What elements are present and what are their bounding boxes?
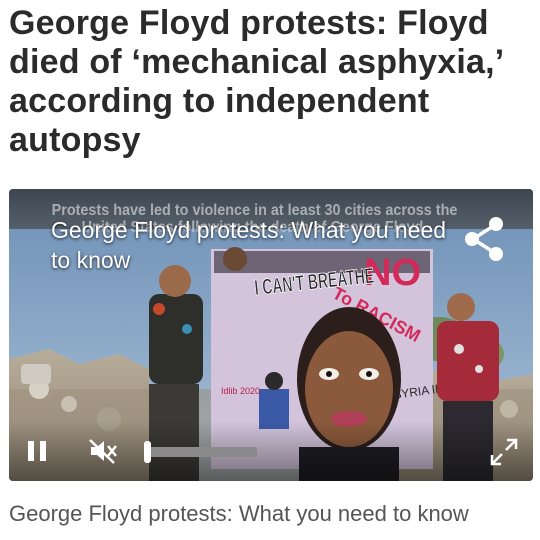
article-headline: George Floyd protests: Floyd died of ‘me… bbox=[9, 4, 503, 159]
share-button[interactable] bbox=[463, 215, 507, 263]
video-player[interactable]: NO To RACISM I CAN'T BREATHE SYRIA IDLIB… bbox=[9, 189, 533, 481]
progress-thumb[interactable] bbox=[144, 441, 151, 463]
video-title[interactable]: George Floyd protests: What you need to … bbox=[51, 215, 471, 275]
fullscreen-button[interactable] bbox=[489, 437, 519, 467]
expand-icon bbox=[490, 438, 518, 466]
pause-button[interactable] bbox=[25, 437, 51, 465]
mural-small-text: Idlib 2020 bbox=[221, 386, 260, 396]
progress-track[interactable] bbox=[145, 447, 257, 457]
video-caption: George Floyd protests: What you need to … bbox=[9, 501, 469, 526]
share-icon bbox=[465, 217, 503, 261]
volume-muted-icon bbox=[89, 439, 117, 464]
pause-icon bbox=[28, 441, 46, 461]
mute-button[interactable] bbox=[87, 437, 119, 465]
